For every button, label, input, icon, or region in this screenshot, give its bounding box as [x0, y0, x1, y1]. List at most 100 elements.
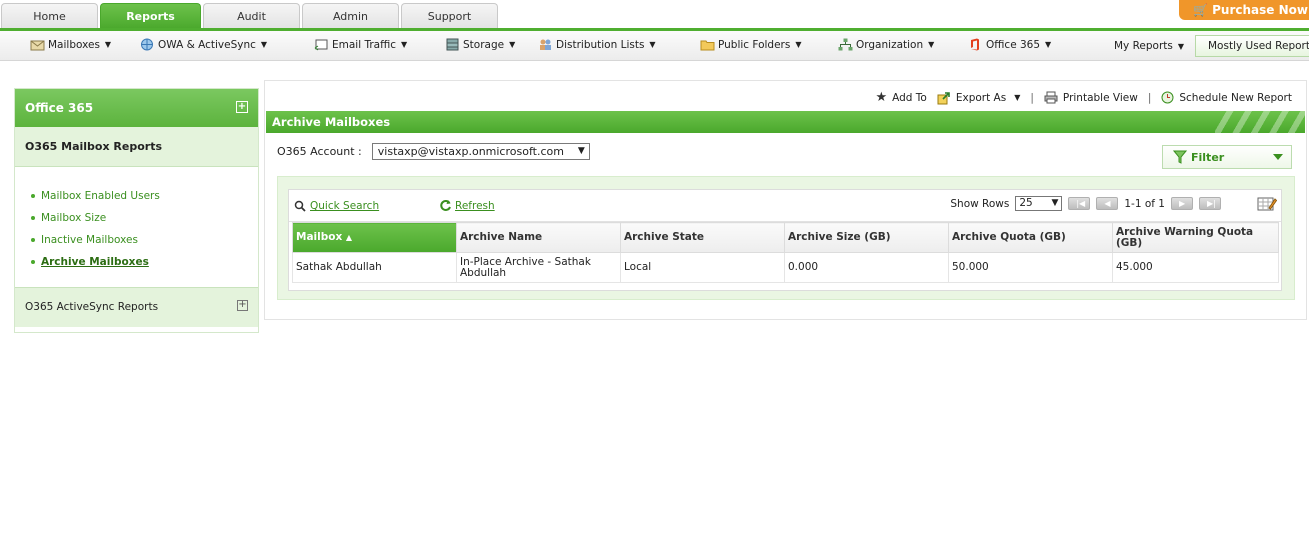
- storage-icon: [446, 38, 459, 51]
- last-page-button[interactable]: ▶|: [1199, 197, 1221, 210]
- sidebar-item-inactive-mailboxes[interactable]: Inactive Mailboxes: [31, 229, 242, 251]
- menu-owa-label: OWA & ActiveSync: [158, 38, 256, 51]
- rows-per-page-select[interactable]: 25 ▼: [1015, 196, 1063, 211]
- cell-mailbox: Sathak Abdullah: [292, 252, 457, 283]
- report-toolbar: ★ Add To Export As ▼ | Printable View | S…: [875, 90, 1292, 105]
- table-row: Sathak Abdullah In-Place Archive - Satha…: [292, 252, 1279, 283]
- filter-icon: [1173, 150, 1187, 164]
- export-as-label: Export As: [955, 91, 1007, 104]
- rows-value: 25: [1019, 197, 1033, 209]
- search-icon: [294, 200, 306, 212]
- column-header-archive-state[interactable]: Archive State: [620, 222, 785, 253]
- sidebar-title: Office 365: [25, 101, 94, 115]
- sidebar-section-mailbox-reports[interactable]: O365 Mailbox Reports: [15, 127, 258, 167]
- column-header-mailbox[interactable]: Mailbox ▲: [292, 222, 457, 253]
- menu-storage-label: Storage: [463, 38, 505, 51]
- menu-email-traffic-label: Email Traffic: [332, 38, 397, 51]
- tab-reports[interactable]: Reports: [100, 3, 201, 29]
- first-page-icon: |◀: [1076, 199, 1086, 208]
- menu-email-traffic[interactable]: Email Traffic ▼: [314, 38, 407, 51]
- cell-archive-size: 0.000: [784, 252, 949, 283]
- menu-organization-label: Organization: [856, 38, 924, 51]
- tab-home[interactable]: Home: [1, 3, 98, 29]
- expand-icon[interactable]: +: [236, 101, 248, 113]
- account-select[interactable]: vistaxp@vistaxp.onmicrosoft.com ▼: [371, 143, 590, 160]
- sidebar-section2-label: O365 ActiveSync Reports: [25, 301, 159, 313]
- tab-support[interactable]: Support: [401, 3, 498, 29]
- printable-view-button[interactable]: Printable View: [1044, 91, 1138, 104]
- refresh-link[interactable]: Refresh: [439, 199, 495, 212]
- expand-icon[interactable]: +: [237, 300, 248, 311]
- menu-mailboxes[interactable]: Mailboxes ▼: [30, 38, 111, 51]
- tab-audit[interactable]: Audit: [203, 3, 300, 29]
- toolbar-separator: |: [1030, 91, 1034, 104]
- dropdown-arrow-icon: ▼: [1051, 198, 1059, 208]
- top-navigation: Home Reports Audit Admin Support 🛒 Purch…: [0, 0, 1309, 30]
- sidebar-item-archive-mailboxes[interactable]: Archive Mailboxes: [31, 251, 242, 273]
- globe-icon: [141, 38, 153, 51]
- dropdown-arrow-icon: ▼: [577, 146, 585, 156]
- sort-ascending-icon: ▲: [345, 233, 353, 242]
- sidebar-section-activesync-reports[interactable]: O365 ActiveSync Reports +: [15, 287, 258, 327]
- schedule-label: Schedule New Report: [1179, 91, 1292, 104]
- export-icon: [937, 91, 950, 104]
- bullet-icon: [31, 216, 35, 220]
- next-page-icon: ▶: [1179, 199, 1186, 208]
- previous-page-button[interactable]: ◀: [1096, 197, 1119, 210]
- folder-icon: [700, 40, 715, 51]
- reports-submenu: Mailboxes ▼ OWA & ActiveSync ▼ Email Traff…: [0, 31, 1309, 61]
- menu-my-reports[interactable]: My Reports ▼: [1114, 40, 1184, 52]
- menu-storage[interactable]: Storage ▼: [445, 38, 515, 51]
- mostly-used-reports-button[interactable]: Mostly Used Reports: [1195, 35, 1309, 57]
- filter-button[interactable]: Filter: [1162, 145, 1292, 169]
- account-value: vistaxp@vistaxp.onmicrosoft.com: [377, 145, 564, 158]
- sidebar-item-label: Mailbox Size: [41, 212, 107, 224]
- menu-owa-activesync[interactable]: OWA & ActiveSync ▼: [140, 38, 267, 51]
- page-info: 1-1 of 1: [1124, 197, 1165, 210]
- quick-search-link[interactable]: Quick Search: [294, 200, 379, 212]
- menu-my-reports-label: My Reports: [1114, 40, 1173, 52]
- next-page-button[interactable]: ▶: [1171, 197, 1193, 210]
- report-title: Archive Mailboxes: [272, 115, 391, 129]
- column-label: Mailbox: [296, 231, 343, 243]
- pagination: Show Rows 25 ▼ |◀ ◀ 1-1 of 1 ▶ ▶|: [950, 196, 1221, 211]
- report-panel: ★ Add To Export As ▼ | Printable View | S…: [264, 80, 1307, 320]
- account-selector-row: O365 Account : vistaxp@vistaxp.onmicroso…: [277, 143, 590, 160]
- cart-icon: 🛒: [1193, 3, 1208, 17]
- printer-icon: [1044, 91, 1058, 104]
- sidebar-item-mailbox-size[interactable]: Mailbox Size: [31, 207, 242, 229]
- edit-columns-icon[interactable]: [1257, 196, 1277, 212]
- quick-search-label: Quick Search: [310, 200, 380, 212]
- show-rows-label: Show Rows: [950, 197, 1010, 210]
- column-header-archive-name[interactable]: Archive Name: [456, 222, 621, 253]
- cell-archive-quota: 50.000: [948, 252, 1113, 283]
- sidebar-item-mailbox-enabled-users[interactable]: Mailbox Enabled Users: [31, 185, 242, 207]
- add-to-label: Add To: [892, 91, 927, 104]
- menu-organization[interactable]: Organization ▼: [838, 38, 934, 51]
- first-page-button[interactable]: |◀: [1068, 197, 1091, 210]
- column-header-archive-size[interactable]: Archive Size (GB): [784, 222, 949, 253]
- bullet-icon: [31, 194, 35, 198]
- star-icon: ★: [875, 90, 888, 105]
- menu-office-365[interactable]: Office 365 ▼: [968, 38, 1051, 51]
- export-as-button[interactable]: Export As ▼: [937, 91, 1020, 105]
- sidebar: Office 365 + O365 Mailbox Reports Mailbo…: [14, 88, 259, 333]
- sidebar-report-list: Mailbox Enabled Users Mailbox Size Inact…: [15, 167, 258, 281]
- purchase-now-button[interactable]: 🛒 Purchase Now: [1179, 0, 1309, 20]
- column-header-archive-quota[interactable]: Archive Quota (GB): [948, 222, 1113, 253]
- sidebar-header: Office 365 +: [15, 89, 258, 127]
- office-365-icon: [971, 38, 979, 51]
- add-to-button[interactable]: ★ Add To: [875, 90, 926, 105]
- toolbar-separator: |: [1147, 91, 1152, 104]
- grid-toolbar: Quick Search Refresh Show Rows 25 ▼ |◀ ◀…: [289, 190, 1281, 222]
- column-header-archive-warning-quota[interactable]: Archive Warning Quota (GB): [1112, 222, 1279, 253]
- schedule-new-report-button[interactable]: Schedule New Report: [1161, 91, 1292, 104]
- menu-mailboxes-label: Mailboxes: [48, 38, 100, 51]
- menu-public-folders[interactable]: Public Folders ▼: [700, 38, 802, 51]
- tab-admin[interactable]: Admin: [302, 3, 399, 29]
- bullet-icon: [31, 260, 35, 264]
- group-icon: [540, 39, 551, 50]
- menu-distribution-lists[interactable]: Distribution Lists ▼: [538, 38, 656, 51]
- sidebar-item-label: Archive Mailboxes: [41, 256, 149, 268]
- grid-panel: Quick Search Refresh Show Rows 25 ▼ |◀ ◀…: [288, 189, 1282, 291]
